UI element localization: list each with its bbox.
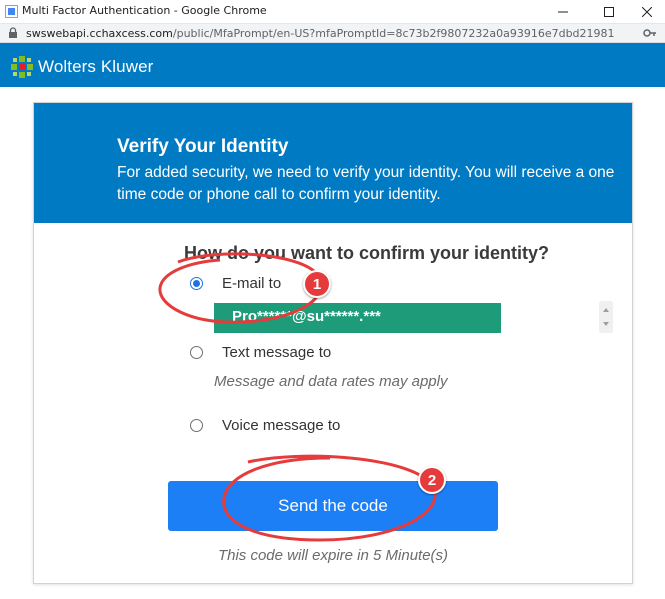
- email-radio[interactable]: [190, 277, 203, 290]
- email-address-select[interactable]: Pro******@su******.***: [214, 303, 501, 333]
- key-icon[interactable]: [643, 27, 657, 39]
- url-path: /public/MfaPrompt/en-US?mfaPromptId=8c73…: [172, 27, 615, 40]
- confirm-question: How do you want to confirm your identity…: [184, 243, 549, 263]
- voice-message-option-label[interactable]: Voice message to: [222, 417, 340, 434]
- text-message-option-label[interactable]: Text message to: [222, 344, 331, 361]
- url-host: swswebapi.cchaxcess.com: [26, 27, 173, 40]
- close-button[interactable]: [628, 0, 665, 24]
- window-title: Multi Factor Authentication - Google Chr…: [22, 4, 267, 17]
- email-option-label[interactable]: E-mail to: [222, 275, 281, 292]
- maximize-button[interactable]: [590, 0, 628, 24]
- maximize-icon: [604, 7, 614, 17]
- brand-name: Wolters Kluwer: [38, 57, 154, 76]
- minimize-button[interactable]: [544, 0, 582, 24]
- browser-title-bar: Multi Factor Authentication - Google Chr…: [0, 0, 665, 24]
- send-code-button[interactable]: Send the code: [168, 481, 498, 531]
- text-message-hint: Message and data rates may apply: [214, 373, 448, 390]
- address-bar[interactable]: swswebapi.cchaxcess.com/public/MfaPrompt…: [0, 24, 665, 43]
- voice-message-radio[interactable]: [190, 419, 203, 432]
- text-message-radio[interactable]: [190, 346, 203, 359]
- arrow-down-icon[interactable]: [601, 319, 611, 329]
- card-header: Verify Your Identity For added security,…: [34, 103, 632, 223]
- wolters-kluwer-logo-icon: [11, 56, 33, 78]
- arrow-up-icon[interactable]: [601, 305, 611, 315]
- annotation-badge-1: 1: [303, 270, 331, 298]
- lock-icon: [9, 27, 17, 38]
- chrome-favicon-icon: [5, 5, 18, 18]
- annotation-badge-2: 2: [418, 466, 446, 494]
- close-icon: [642, 7, 652, 17]
- minimize-icon: [558, 11, 568, 13]
- code-expire-note: This code will expire in 5 Minute(s): [217, 547, 449, 564]
- card-title: Verify Your Identity: [117, 136, 289, 157]
- email-scroll-arrows[interactable]: [599, 301, 613, 333]
- card-description: For added security, we need to verify yo…: [117, 164, 615, 203]
- verify-identity-card: Verify Your Identity For added security,…: [33, 102, 633, 584]
- url-text[interactable]: swswebapi.cchaxcess.com/public/MfaPrompt…: [26, 27, 615, 40]
